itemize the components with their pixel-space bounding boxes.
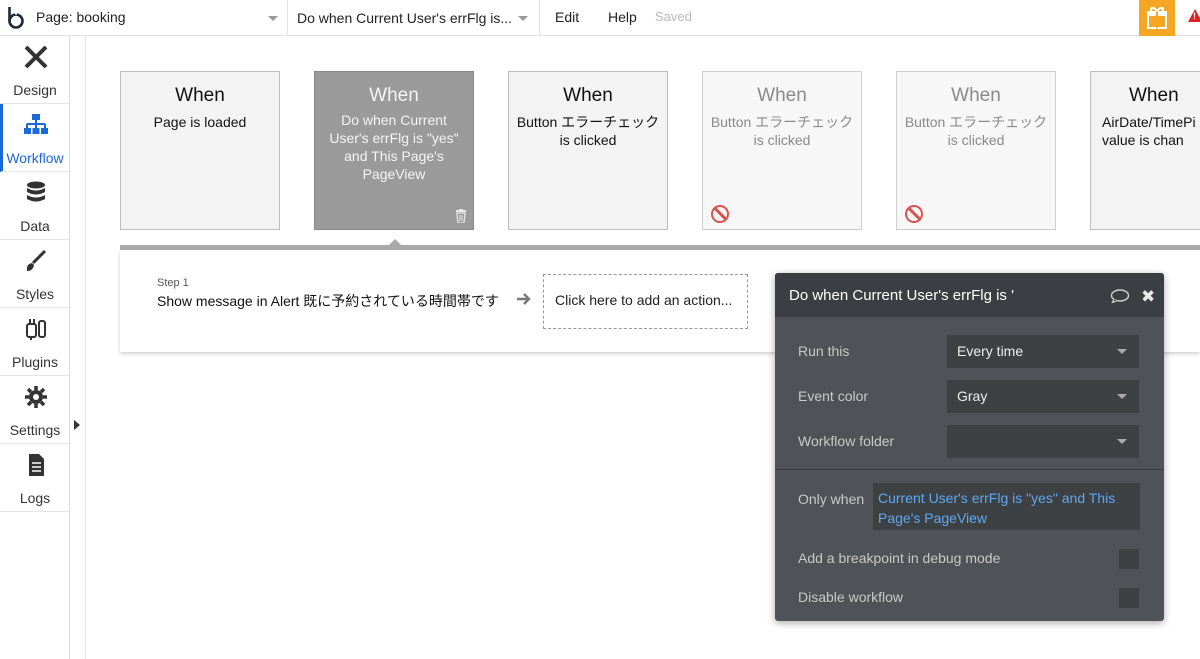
- run-this-value: Every time: [957, 343, 1024, 359]
- run-this-dropdown[interactable]: Every time: [947, 335, 1139, 368]
- bubble-logo-icon[interactable]: [4, 5, 28, 31]
- data-icon: [27, 181, 45, 202]
- only-when-expression[interactable]: Current User's errFlg is "yes" and This …: [878, 488, 1136, 528]
- event-when-label: When: [369, 85, 419, 106]
- sidebar-item-data[interactable]: Data: [0, 172, 70, 240]
- sidebar-item-label: Workflow: [6, 150, 64, 166]
- sidebar-item-design[interactable]: Design: [0, 36, 70, 104]
- chevron-down-icon: [1117, 349, 1127, 354]
- event-card-page-loaded[interactable]: When Page is loaded: [120, 71, 280, 230]
- workflow-selector-label: Do when Current User's errFlg is...: [297, 10, 513, 26]
- breakpoint-label: Add a breakpoint in debug mode: [798, 550, 1001, 566]
- chevron-down-icon: [1117, 394, 1127, 399]
- event-when-label: When: [1129, 85, 1179, 106]
- event-color-dropdown[interactable]: Gray: [947, 380, 1139, 413]
- event-when-label: When: [563, 85, 613, 106]
- chevron-down-icon: [1117, 439, 1127, 444]
- gift-icon: [1147, 7, 1167, 29]
- comment-icon[interactable]: [1110, 289, 1130, 303]
- disabled-icon: [905, 205, 923, 223]
- sidebar-item-plugins[interactable]: Plugins: [0, 308, 70, 376]
- event-card-button-clicked[interactable]: When Button エラーチェック is clicked: [508, 71, 668, 230]
- arrow-right-icon: [517, 293, 531, 305]
- save-status: Saved: [655, 9, 692, 24]
- event-card-selected[interactable]: When Do when Current User's errFlg is "y…: [314, 71, 474, 230]
- disable-workflow-label: Disable workflow: [798, 589, 904, 605]
- disable-workflow-checkbox[interactable]: [1119, 588, 1139, 608]
- event-card-date-changed[interactable]: When AirDate/TimePi value is chan: [1090, 71, 1200, 230]
- chevron-down-icon: [518, 16, 528, 21]
- trash-icon[interactable]: [455, 209, 467, 223]
- event-when-label: When: [175, 85, 225, 106]
- sidebar-item-label: Design: [13, 82, 57, 98]
- sidebar-item-styles[interactable]: Styles: [0, 240, 70, 308]
- panel-title[interactable]: Do when Current User's errFlg is ': [789, 287, 1014, 304]
- event-color-label: Event color: [798, 388, 869, 404]
- step-pointer: [388, 239, 402, 246]
- divider: [85, 36, 86, 659]
- close-icon[interactable]: ✖: [1141, 287, 1155, 307]
- run-this-label: Run this: [798, 343, 850, 359]
- sidebar-expand-arrow-icon[interactable]: [74, 420, 80, 430]
- page-selector[interactable]: Page: booking: [28, 0, 288, 36]
- sidebar-item-label: Settings: [9, 422, 61, 438]
- workflow-selector[interactable]: Do when Current User's errFlg is...: [289, 0, 540, 36]
- event-card-disabled[interactable]: When Button エラーチェック is clicked: [896, 71, 1056, 230]
- only-when-condition-field[interactable]: Current User's errFlg is "yes" and This …: [873, 483, 1140, 530]
- styles-icon: [26, 249, 47, 271]
- event-description: Button エラーチェック is clicked: [516, 114, 660, 148]
- sidebar-item-label: Styles: [15, 286, 55, 302]
- panel-header: Do when Current User's errFlg is ' ✖: [775, 273, 1164, 317]
- event-color-value: Gray: [957, 388, 988, 404]
- sidebar-item-label: Plugins: [12, 354, 58, 370]
- event-when-label: When: [757, 85, 807, 106]
- breakpoint-checkbox[interactable]: [1119, 549, 1139, 569]
- top-bar: Page: booking Do when Current User's err…: [0, 0, 1200, 36]
- menu-help[interactable]: Help: [608, 9, 637, 25]
- workflow-properties-panel: Do when Current User's errFlg is ' ✖ Run…: [775, 273, 1164, 621]
- menu-edit[interactable]: Edit: [555, 9, 579, 25]
- step-number: Step 1: [157, 277, 189, 289]
- divider: [775, 469, 1164, 470]
- chevron-down-icon: [268, 16, 278, 21]
- workflow-icon: [24, 114, 48, 134]
- step-action-text[interactable]: Show message in Alert 既に予約されている時間帯です: [157, 291, 499, 311]
- workflow-folder-label: Workflow folder: [798, 433, 895, 449]
- gift-button[interactable]: [1139, 0, 1175, 36]
- page-selector-label: Page: booking: [36, 9, 126, 25]
- event-description: Button エラーチェック is clicked: [710, 114, 854, 148]
- event-description: Do when Current User's errFlg is "yes" a…: [329, 112, 459, 182]
- event-description: Page is loaded: [153, 114, 247, 130]
- add-action-button[interactable]: Click here to add an action...: [543, 274, 748, 329]
- sidebar-item-logs[interactable]: Logs: [0, 444, 70, 512]
- event-description: Button エラーチェック is clicked: [904, 114, 1048, 148]
- sidebar-item-settings[interactable]: Settings: [0, 376, 70, 444]
- plugins-icon: [26, 319, 46, 340]
- add-action-label: Click here to add an action...: [555, 292, 733, 308]
- disabled-icon: [711, 205, 729, 223]
- sidebar: Design Workflow Data Styles Plugins Sett…: [0, 36, 70, 659]
- logs-icon: [29, 454, 44, 476]
- event-when-label: When: [951, 85, 1001, 106]
- only-when-label: Only when: [798, 491, 865, 507]
- warning-icon[interactable]: !: [1188, 9, 1200, 22]
- design-icon: [24, 45, 48, 69]
- sidebar-item-workflow[interactable]: Workflow: [0, 104, 70, 172]
- settings-icon: [25, 386, 47, 408]
- event-card-disabled[interactable]: When Button エラーチェック is clicked: [702, 71, 862, 230]
- sidebar-item-label: Logs: [19, 490, 51, 506]
- workflow-folder-dropdown[interactable]: [947, 425, 1139, 458]
- sidebar-item-label: Data: [20, 218, 50, 234]
- event-description: AirDate/TimePi value is chan: [1102, 114, 1196, 148]
